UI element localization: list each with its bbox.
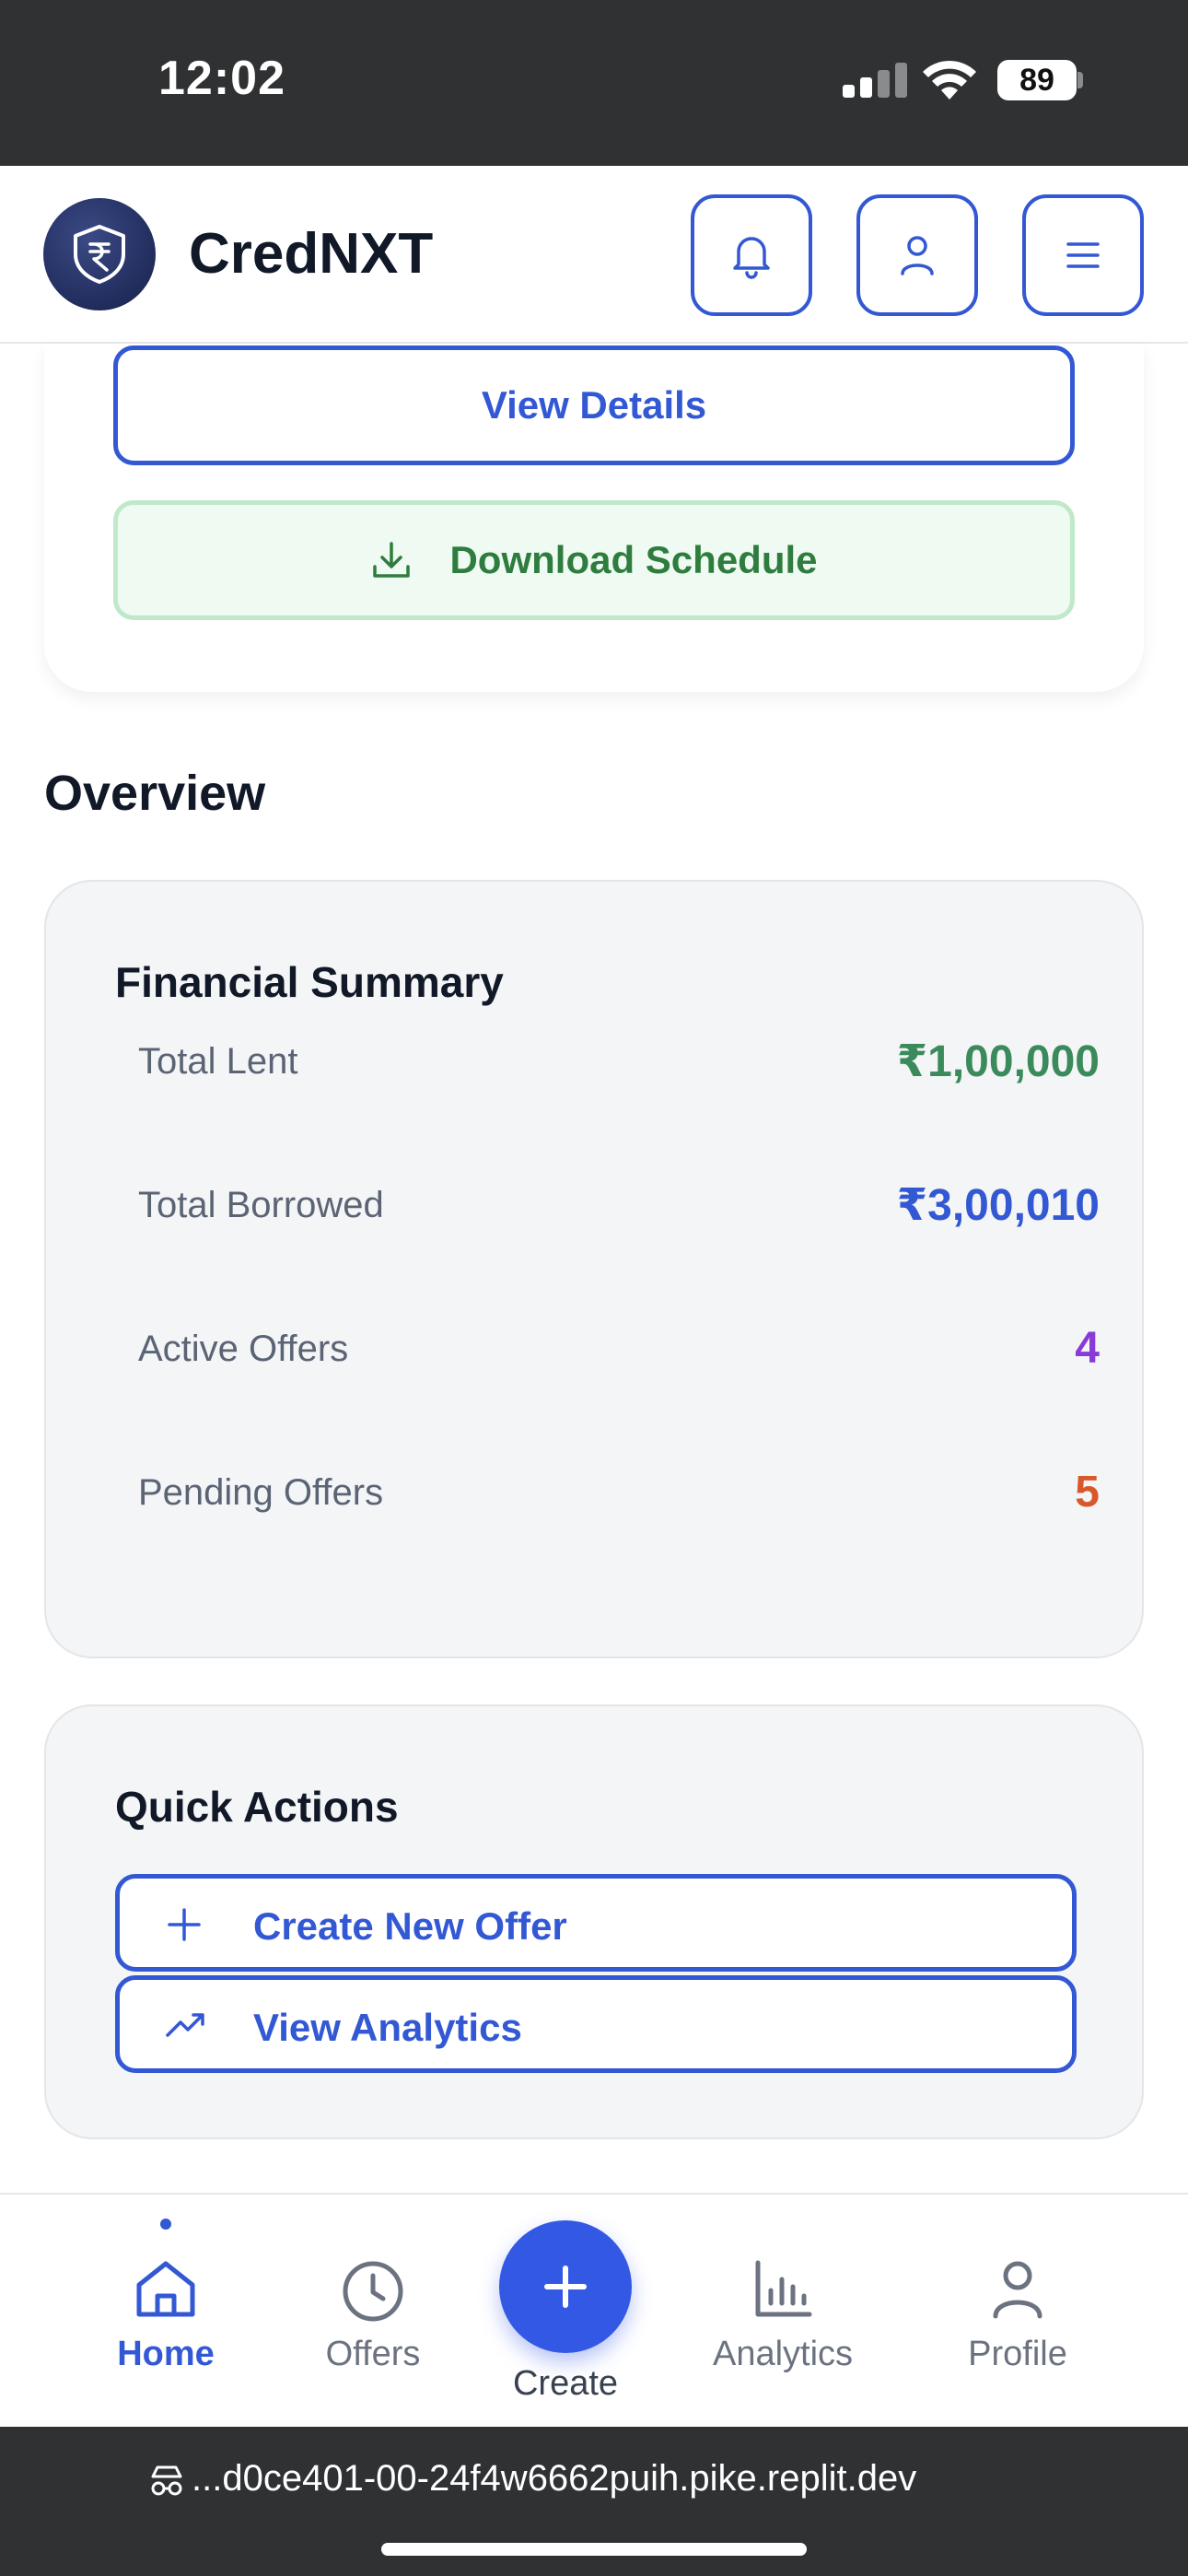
create-new-offer-button[interactable]: Create New Offer <box>115 1874 1077 1972</box>
battery-tip <box>1077 72 1083 88</box>
app-brand: CredNXT <box>189 222 434 286</box>
shield-rupee-icon <box>74 225 125 284</box>
app-logo <box>43 198 156 310</box>
plus-icon <box>544 2266 587 2308</box>
view-details-label: View Details <box>481 383 707 427</box>
private-browsing-icon <box>151 2465 182 2496</box>
battery-indicator: 89 <box>997 60 1077 100</box>
bar-chart-icon <box>755 2260 812 2317</box>
user-icon <box>901 236 934 275</box>
quick-actions-title: Quick Actions <box>115 1783 399 1831</box>
summary-row-pending-offers: Pending Offers 5 <box>138 1458 1100 1531</box>
user-button[interactable] <box>856 194 978 316</box>
nav-analytics[interactable]: Analytics <box>691 2195 875 2429</box>
quick-actions-card: Quick Actions Create New Offer View Anal… <box>44 1704 1144 2139</box>
summary-row-total-borrowed: Total Borrowed ₹3,00,010 <box>138 1170 1100 1244</box>
nav-analytics-label: Analytics <box>712 2335 854 2373</box>
summary-label: Pending Offers <box>138 1472 384 1513</box>
url-text[interactable]: ...d0ce401-00-24f4w6662puih.pike.replit.… <box>192 2458 916 2500</box>
clock-icon <box>343 2261 403 2322</box>
nav-create-label: Create <box>512 2364 619 2403</box>
download-schedule-label: Download Schedule <box>449 538 818 581</box>
summary-value: 4 <box>1075 1324 1100 1373</box>
create-new-offer-label: Create New Offer <box>253 1904 567 1948</box>
trending-up-icon <box>166 2013 204 2037</box>
status-time: 12:02 <box>158 52 285 105</box>
nav-profile-label: Profile <box>968 2335 1067 2373</box>
create-fab-button[interactable] <box>499 2220 632 2353</box>
profile-icon <box>993 2261 1042 2319</box>
nav-home[interactable]: Home <box>74 2195 258 2429</box>
nav-offers[interactable]: Offers <box>281 2195 465 2429</box>
summary-value: ₹3,00,010 <box>896 1181 1100 1230</box>
status-bar: 12:02 89 <box>0 0 1188 166</box>
summary-label: Total Borrowed <box>138 1185 384 1225</box>
notifications-button[interactable] <box>691 194 812 316</box>
summary-label: Total Lent <box>138 1041 298 1082</box>
financial-summary-title: Financial Summary <box>115 958 504 1006</box>
summary-value: ₹1,00,000 <box>896 1037 1100 1086</box>
plus-icon <box>168 1908 201 1941</box>
overview-title: Overview <box>44 766 266 821</box>
bottom-nav: Home Offers Create Analytics Profile <box>0 2193 1188 2427</box>
summary-row-active-offers: Active Offers 4 <box>138 1314 1100 1388</box>
financial-summary-card: Financial Summary Total Lent ₹1,00,000 T… <box>44 880 1144 1658</box>
bell-icon <box>733 237 770 279</box>
wifi-icon <box>923 60 976 100</box>
nav-home-label: Home <box>117 2335 215 2373</box>
app-header: CredNXT <box>0 166 1188 344</box>
nav-offers-label: Offers <box>325 2335 421 2373</box>
home-icon <box>136 2261 195 2317</box>
cellular-signal-icon <box>843 63 907 98</box>
download-schedule-button[interactable]: Download Schedule <box>113 500 1075 620</box>
summary-value: 5 <box>1075 1468 1100 1516</box>
browser-url-bar: ...d0ce401-00-24f4w6662puih.pike.replit.… <box>0 2427 1188 2576</box>
view-analytics-label: View Analytics <box>253 2006 522 2049</box>
active-indicator <box>160 2219 171 2230</box>
summary-row-total-lent: Total Lent ₹1,00,000 <box>138 1026 1100 1100</box>
nav-profile[interactable]: Profile <box>926 2195 1110 2429</box>
download-icon <box>373 542 411 578</box>
view-details-button[interactable]: View Details <box>113 345 1075 465</box>
menu-button[interactable] <box>1022 194 1144 316</box>
menu-icon <box>1066 242 1100 268</box>
home-indicator[interactable] <box>381 2543 807 2556</box>
summary-label: Active Offers <box>138 1329 349 1369</box>
view-analytics-button[interactable]: View Analytics <box>115 1975 1077 2073</box>
